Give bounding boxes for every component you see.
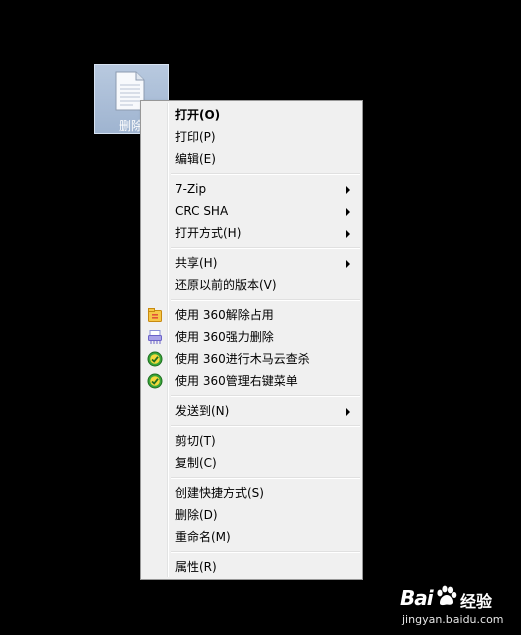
menu-item-label: 打开方式(H): [175, 226, 242, 240]
menu-item-label: 7-Zip: [175, 182, 207, 196]
360-unlock-icon: [147, 307, 163, 323]
submenu-arrow-icon: [346, 260, 350, 268]
menu-item-label: 共享(H): [175, 256, 218, 270]
menu-item-16[interactable]: 创建快捷方式(S): [141, 482, 362, 504]
menu-separator: [141, 422, 362, 430]
menu-separator: [141, 296, 362, 304]
menu-item-4[interactable]: 7-Zip: [141, 178, 362, 200]
menu-item-11[interactable]: 使用 360进行木马云查杀: [141, 348, 362, 370]
watermark-url: jingyan.baidu.com: [402, 613, 504, 626]
menu-separator: [141, 392, 362, 400]
baidu-paw-icon: [437, 585, 457, 606]
watermark-logo-text: Bai: [400, 586, 434, 610]
menu-item-label: 剪切(T): [175, 434, 216, 448]
menu-item-1[interactable]: 打开(O): [141, 104, 362, 126]
submenu-arrow-icon: [346, 208, 350, 216]
360-shredder-icon: [147, 329, 163, 345]
menu-item-10[interactable]: 使用 360强力删除: [141, 326, 362, 348]
menu-separator: [141, 170, 362, 178]
menu-item-label: 打开(O): [175, 108, 221, 122]
baidu-jingyan-watermark: Bai 经验 jingyan.baidu.com: [398, 584, 516, 630]
menu-item-12[interactable]: 使用 360管理右键菜单: [141, 370, 362, 392]
menu-item-14[interactable]: 剪切(T): [141, 430, 362, 452]
menu-separator: [141, 548, 362, 556]
menu-item-7[interactable]: 共享(H): [141, 252, 362, 274]
watermark-jingyan-text: 经验: [460, 592, 493, 611]
desktop-file-label: 删除: [118, 119, 143, 133]
menu-item-5[interactable]: CRC SHA: [141, 200, 362, 222]
submenu-arrow-icon: [346, 408, 350, 416]
menu-separator: [141, 244, 362, 252]
submenu-arrow-icon: [346, 186, 350, 194]
menu-item-6[interactable]: 打开方式(H): [141, 222, 362, 244]
menu-item-label: CRC SHA: [175, 204, 229, 218]
menu-item-label: 重命名(M): [175, 530, 231, 544]
desktop: 删除 打开(O) 打印(P) 编辑(E) 7-Zip CRC SHA 打开方式(H) 共享(…: [0, 0, 521, 635]
360-shield-icon: [147, 373, 163, 389]
context-menu-items: 打开(O) 打印(P) 编辑(E) 7-Zip CRC SHA 打开方式(H) 共享(H) 还…: [141, 104, 362, 578]
menu-item-label: 删除(D): [175, 508, 218, 522]
menu-item-label: 编辑(E): [175, 152, 216, 166]
menu-item-13[interactable]: 发送到(N): [141, 400, 362, 422]
menu-item-label: 创建快捷方式(S): [175, 486, 264, 500]
menu-item-label: 属性(R): [175, 560, 217, 574]
menu-item-label: 使用 360强力删除: [175, 330, 274, 344]
submenu-arrow-icon: [346, 230, 350, 238]
menu-item-15[interactable]: 复制(C): [141, 452, 362, 474]
menu-separator: [141, 474, 362, 482]
menu-item-18[interactable]: 重命名(M): [141, 526, 362, 548]
menu-item-17[interactable]: 删除(D): [141, 504, 362, 526]
menu-item-label: 使用 360进行木马云查杀: [175, 352, 310, 366]
menu-item-label: 复制(C): [175, 456, 217, 470]
360-shield-icon: [147, 351, 163, 367]
context-menu: 打开(O) 打印(P) 编辑(E) 7-Zip CRC SHA 打开方式(H) 共享(H) 还…: [140, 100, 363, 580]
menu-item-label: 使用 360管理右键菜单: [175, 374, 298, 388]
menu-item-label: 还原以前的版本(V): [175, 278, 277, 292]
menu-item-9[interactable]: 使用 360解除占用: [141, 304, 362, 326]
menu-item-label: 打印(P): [175, 130, 216, 144]
menu-item-label: 使用 360解除占用: [175, 308, 274, 322]
menu-item-3[interactable]: 编辑(E): [141, 148, 362, 170]
menu-item-19[interactable]: 属性(R): [141, 556, 362, 578]
menu-item-label: 发送到(N): [175, 404, 230, 418]
menu-item-8[interactable]: 还原以前的版本(V): [141, 274, 362, 296]
menu-item-2[interactable]: 打印(P): [141, 126, 362, 148]
